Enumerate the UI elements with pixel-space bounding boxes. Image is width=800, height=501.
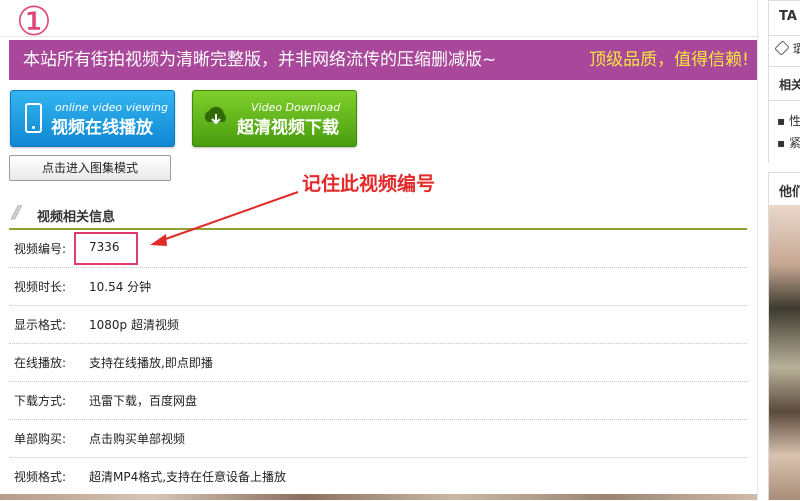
- phone-icon: [25, 103, 42, 133]
- sidebar-related-item[interactable]: ▪ 紧: [777, 134, 800, 151]
- sidebar-rule: [769, 35, 800, 36]
- promo-banner: 本站所有街拍视频为清晰完整版，并非网络流传的压缩删减版~ 顶级品质，值得信赖!: [9, 40, 757, 80]
- section-header: // 视频相关信息: [9, 200, 747, 230]
- thumbnail-strip[interactable]: [0, 494, 758, 500]
- info-label: 显示格式:: [14, 318, 67, 332]
- section-title: 视频相关信息: [37, 210, 116, 225]
- sidebar-photo[interactable]: [769, 205, 800, 500]
- info-label: 视频编号:: [14, 242, 67, 256]
- main-content: ① 本站所有街拍视频为清晰完整版，并非网络流传的压缩删减版~ 顶级品质，值得信赖…: [0, 0, 758, 500]
- info-label: 下载方式:: [14, 394, 67, 408]
- info-label: 视频时长:: [14, 280, 67, 294]
- cloud-download-icon: [204, 106, 226, 125]
- online-play-button-en: online video viewing: [55, 101, 168, 114]
- info-label: 在线播放:: [14, 356, 67, 370]
- info-row-duration: 视频时长: 10.54 分钟: [9, 268, 747, 306]
- download-button-en: Video Download: [251, 101, 341, 114]
- sidebar-rule: [769, 100, 800, 101]
- info-value: 超清MP4格式,支持在任意设备上播放: [89, 470, 287, 484]
- info-value: 1080p 超清视频: [89, 318, 179, 332]
- banner-slogan: 顶级品质，值得信赖!: [589, 50, 749, 70]
- info-label: 单部购买:: [14, 432, 67, 446]
- video-id-highlight-box: [74, 232, 138, 265]
- sidebar-tag[interactable]: 璐: [793, 40, 800, 57]
- download-button[interactable]: Video Download 超清视频下载: [192, 90, 357, 147]
- sidebar-rule: [769, 66, 800, 67]
- double-slash-icon: //: [12, 202, 21, 223]
- info-value: 10.54 分钟: [89, 280, 152, 294]
- info-value: 支持在线播放,即点即播: [89, 356, 213, 370]
- info-row-download-method: 下载方式: 迅雷下载，百度网盘: [9, 382, 747, 420]
- content-divider: [757, 0, 758, 500]
- info-row-video-format: 视频格式: 超清MP4格式,支持在任意设备上播放: [9, 458, 747, 496]
- info-value: 迅雷下载，百度网盘: [89, 394, 198, 408]
- online-play-button[interactable]: online video viewing 视频在线播放: [10, 90, 175, 147]
- info-label: 视频格式:: [14, 470, 67, 484]
- info-row-display-format: 显示格式: 1080p 超清视频: [9, 306, 747, 344]
- online-play-button-label: 视频在线播放: [51, 118, 153, 138]
- info-value[interactable]: 点击购买单部视频: [89, 430, 185, 447]
- annotation-text: 记住此视频编号: [302, 173, 436, 195]
- sidebar-related-title: 相关: [779, 78, 800, 92]
- sidebar-related-item[interactable]: ▪ 性: [777, 112, 800, 129]
- gallery-mode-button[interactable]: 点击进入图集模式: [9, 155, 171, 181]
- sidebar-tags-title: TA: [779, 9, 797, 24]
- banner-text: 本站所有街拍视频为清晰完整版，并非网络流传的压缩删减版~: [23, 50, 497, 70]
- info-row-online-play: 在线播放: 支持在线播放,即点即播: [9, 344, 747, 382]
- download-button-label: 超清视频下载: [237, 118, 339, 138]
- top-bar: ①: [0, 0, 758, 44]
- step-number-mark: ①: [16, 0, 52, 45]
- sidebar-others-title: 他们: [779, 185, 800, 200]
- info-row-single-purchase: 单部购买: 点击购买单部视频: [9, 420, 747, 458]
